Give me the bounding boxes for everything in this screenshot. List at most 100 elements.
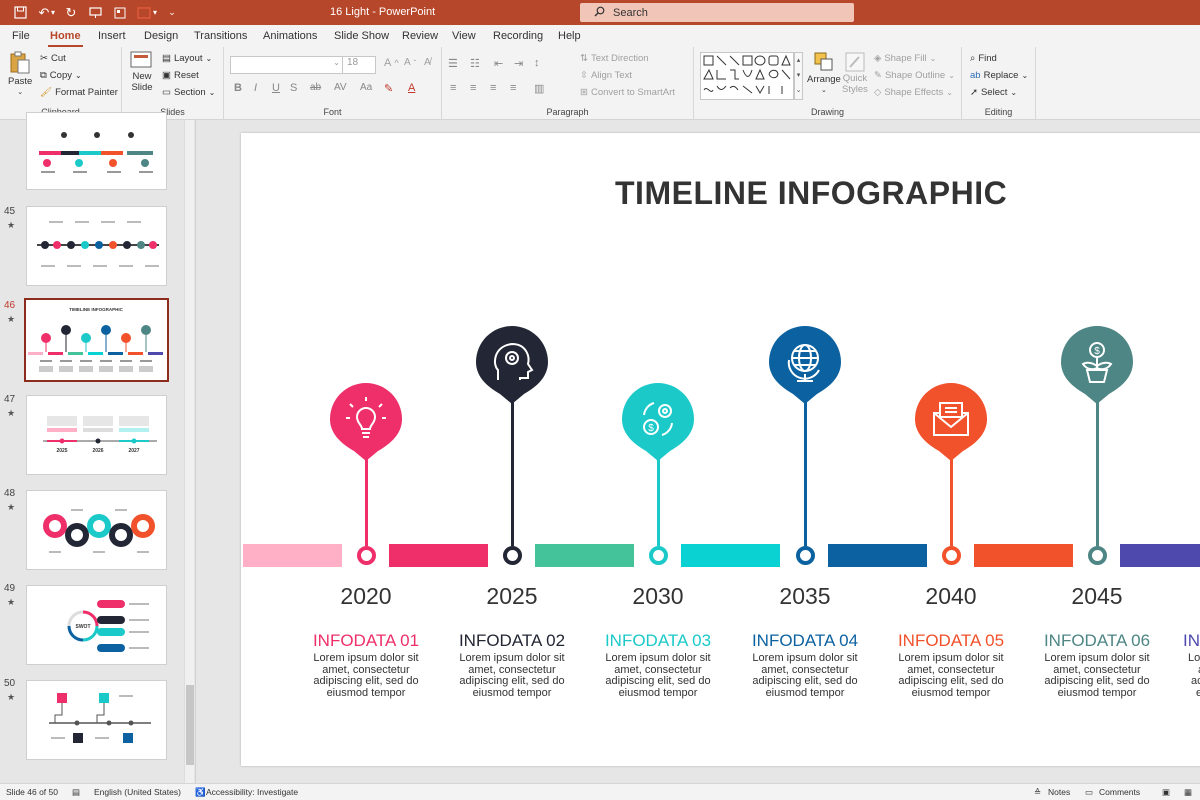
timeline-year[interactable]: 2020 <box>306 583 426 610</box>
timeline-bar-segment[interactable] <box>828 544 927 567</box>
font-size-select[interactable]: 18 <box>342 56 376 74</box>
timeline-marker[interactable]: $ <box>622 383 694 463</box>
highlight-icon[interactable]: ✎ <box>384 82 393 95</box>
convert-smartart-button[interactable]: ⊞ Convert to SmartArt <box>580 87 675 98</box>
info-title[interactable]: INFODATA 06 <box>1022 631 1172 651</box>
tab-slide-show[interactable]: Slide Show <box>334 30 389 42</box>
info-body-text[interactable]: Lorem ipsum dolor sit amet, consectetur … <box>1037 652 1157 699</box>
reset-button[interactable]: ▣ Reset <box>162 70 199 81</box>
align-center-icon[interactable]: ≡ <box>470 82 476 94</box>
slide-thumbnail-47[interactable]: 2025 2026 2027 <box>26 395 167 475</box>
timeline-bar-segment[interactable] <box>535 544 634 567</box>
notes-button[interactable]: Notes <box>1048 787 1070 797</box>
info-title[interactable]: INFODATA 01 <box>291 631 441 651</box>
tab-review[interactable]: Review <box>402 30 438 42</box>
shapes-gallery[interactable] <box>700 52 794 100</box>
numbering-icon[interactable]: ☷ <box>470 57 480 70</box>
timeline-dot[interactable] <box>795 546 815 565</box>
slide-sorter-icon[interactable]: ▦ <box>1184 787 1192 798</box>
find-button[interactable]: ⌕ Find <box>970 53 997 64</box>
timeline-year[interactable]: 2040 <box>891 583 1011 610</box>
timeline-year[interactable]: 2035 <box>745 583 865 610</box>
increase-indent-icon[interactable]: ⇥ <box>514 57 523 70</box>
strikethrough-button[interactable]: ab <box>310 82 321 93</box>
slide-thumbnail-46[interactable]: TIMELINE INFOGRAPHIC <box>24 298 169 382</box>
tab-design[interactable]: Design <box>144 30 178 42</box>
info-title[interactable]: INFODATA 03 <box>583 631 733 651</box>
copy-button[interactable]: ⧉ Copy ⌄ <box>40 70 82 81</box>
normal-view-icon[interactable]: ▣ <box>1162 787 1170 798</box>
slide-thumbnail-50[interactable] <box>26 680 167 760</box>
language-status[interactable]: English (United States) <box>94 787 181 797</box>
change-case-button[interactable]: Aa <box>360 82 372 93</box>
shape-effects-button[interactable]: ◇ Shape Effects ⌄ <box>874 87 953 98</box>
slide-thumbnail-45[interactable] <box>26 206 167 286</box>
info-body-text[interactable]: Lorem ipsum dolor sit amet, consectetur … <box>306 652 426 699</box>
timeline-year[interactable]: 2030 <box>598 583 718 610</box>
timeline-bar-segment[interactable] <box>389 544 488 567</box>
timeline-marker[interactable] <box>330 383 402 463</box>
timeline-marker[interactable] <box>915 383 987 463</box>
slide-thumbnail-48[interactable] <box>26 490 167 570</box>
select-button[interactable]: ➚ Select ⌄ <box>970 87 1017 98</box>
replace-button[interactable]: ab Replace ⌄ <box>970 70 1028 81</box>
timeline-dot[interactable] <box>648 546 668 565</box>
info-body-partial[interactable]: ac <box>1191 675 1200 688</box>
font-color-icon[interactable]: A <box>408 82 415 94</box>
tab-animations[interactable]: Animations <box>263 30 317 42</box>
timeline-marker[interactable] <box>476 326 548 406</box>
tab-recording[interactable]: Recording <box>493 30 543 42</box>
increase-font-icon[interactable]: A ^ <box>384 57 399 69</box>
scrollbar-thumb[interactable] <box>186 685 194 765</box>
info-title[interactable]: INFODATA 05 <box>876 631 1026 651</box>
search-input[interactable]: Search <box>580 3 854 22</box>
decrease-font-icon[interactable]: Aˇ <box>404 57 416 68</box>
timeline-dot[interactable] <box>1087 546 1107 565</box>
arrange-button[interactable]: Arrange ⌄ <box>807 51 841 94</box>
timeline-dot[interactable] <box>941 546 961 565</box>
shadow-button[interactable]: S <box>290 82 297 94</box>
info-title[interactable]: INFODATA 04 <box>730 631 880 651</box>
info-body-partial[interactable]: Lo <box>1188 652 1200 665</box>
bullets-icon[interactable]: ☰ <box>448 57 458 70</box>
cut-button[interactable]: ✂ Cut <box>40 53 66 64</box>
timeline-dot[interactable] <box>502 546 522 565</box>
info-body-text[interactable]: Lorem ipsum dolor sit amet, consectetur … <box>598 652 718 699</box>
align-text-button[interactable]: ⇳ Align Text <box>580 70 632 81</box>
justify-icon[interactable]: ≡ <box>510 82 516 94</box>
info-body-text[interactable]: Lorem ipsum dolor sit amet, consectetur … <box>745 652 865 699</box>
tab-insert[interactable]: Insert <box>98 30 126 42</box>
accessibility-status[interactable]: Accessibility: Investigate <box>206 787 298 797</box>
timeline-bar-segment[interactable] <box>1120 544 1200 567</box>
grid-icon[interactable] <box>110 3 130 22</box>
text-direction-button[interactable]: ⇅ Text Direction <box>580 53 649 64</box>
present-icon[interactable] <box>85 3 105 22</box>
shape-fill-dropdown-icon[interactable]: ▾ <box>150 3 160 22</box>
bold-button[interactable]: B <box>234 82 242 94</box>
layout-button[interactable]: ▤ Layout ⌄ <box>162 53 212 64</box>
thumbnail-scrollbar[interactable] <box>184 120 194 783</box>
shape-fill-button[interactable]: ◈ Shape Fill ⌄ <box>874 53 936 64</box>
tab-file[interactable]: File <box>12 30 30 42</box>
timeline-bar-segment[interactable] <box>974 544 1073 567</box>
redo-icon[interactable]: ↻ <box>61 3 81 22</box>
info-body-partial[interactable]: e <box>1196 687 1200 700</box>
timeline-marker[interactable] <box>769 326 841 406</box>
slide-canvas[interactable]: TIMELINE INFOGRAPHIC 2020 INFODATA 01 Lore… <box>241 133 1200 766</box>
info-title-partial[interactable]: IN <box>1183 631 1200 651</box>
font-family-select[interactable]: ⌄ <box>230 56 344 74</box>
info-body-text[interactable]: Lorem ipsum dolor sit amet, consectetur … <box>891 652 1011 699</box>
align-right-icon[interactable]: ≡ <box>490 82 496 94</box>
save-icon[interactable] <box>10 3 30 22</box>
decrease-indent-icon[interactable]: ⇤ <box>494 57 503 70</box>
clear-format-icon[interactable]: A̸ <box>424 57 431 68</box>
format-painter-button[interactable]: 🖌 Format Painter <box>40 87 118 98</box>
tab-view[interactable]: View <box>452 30 476 42</box>
tab-help[interactable]: Help <box>558 30 581 42</box>
comments-button[interactable]: Comments <box>1099 787 1140 797</box>
align-left-icon[interactable]: ≡ <box>450 82 456 94</box>
new-slide-button[interactable]: New Slide <box>130 51 154 93</box>
info-title[interactable]: INFODATA 02 <box>437 631 587 651</box>
char-spacing-button[interactable]: AV <box>334 82 347 93</box>
paste-button[interactable]: Paste ⌄ <box>8 51 32 96</box>
